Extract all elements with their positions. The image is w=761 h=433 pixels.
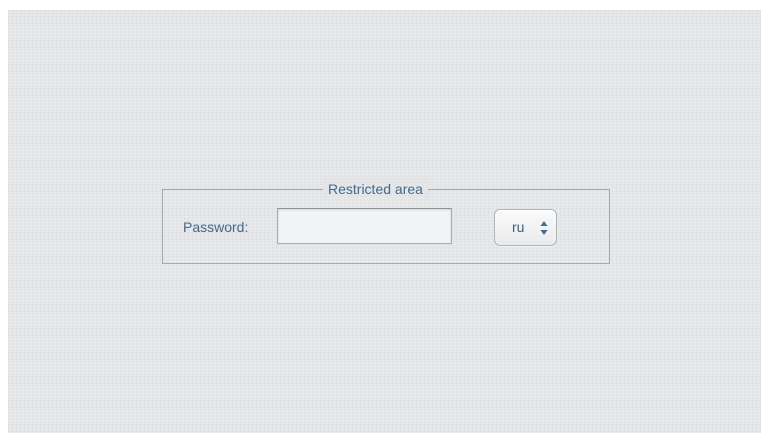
select-arrows-icon: [540, 221, 548, 235]
password-label: Password:: [183, 219, 249, 235]
fieldset-legend: Restricted area: [323, 181, 428, 198]
language-select-value: ru: [512, 219, 525, 235]
page-background: Restricted area Password: ru: [8, 10, 761, 433]
password-input[interactable]: [277, 208, 452, 244]
language-select[interactable]: ru: [494, 209, 557, 246]
restricted-area-fieldset: Restricted area Password: ru: [162, 181, 610, 264]
